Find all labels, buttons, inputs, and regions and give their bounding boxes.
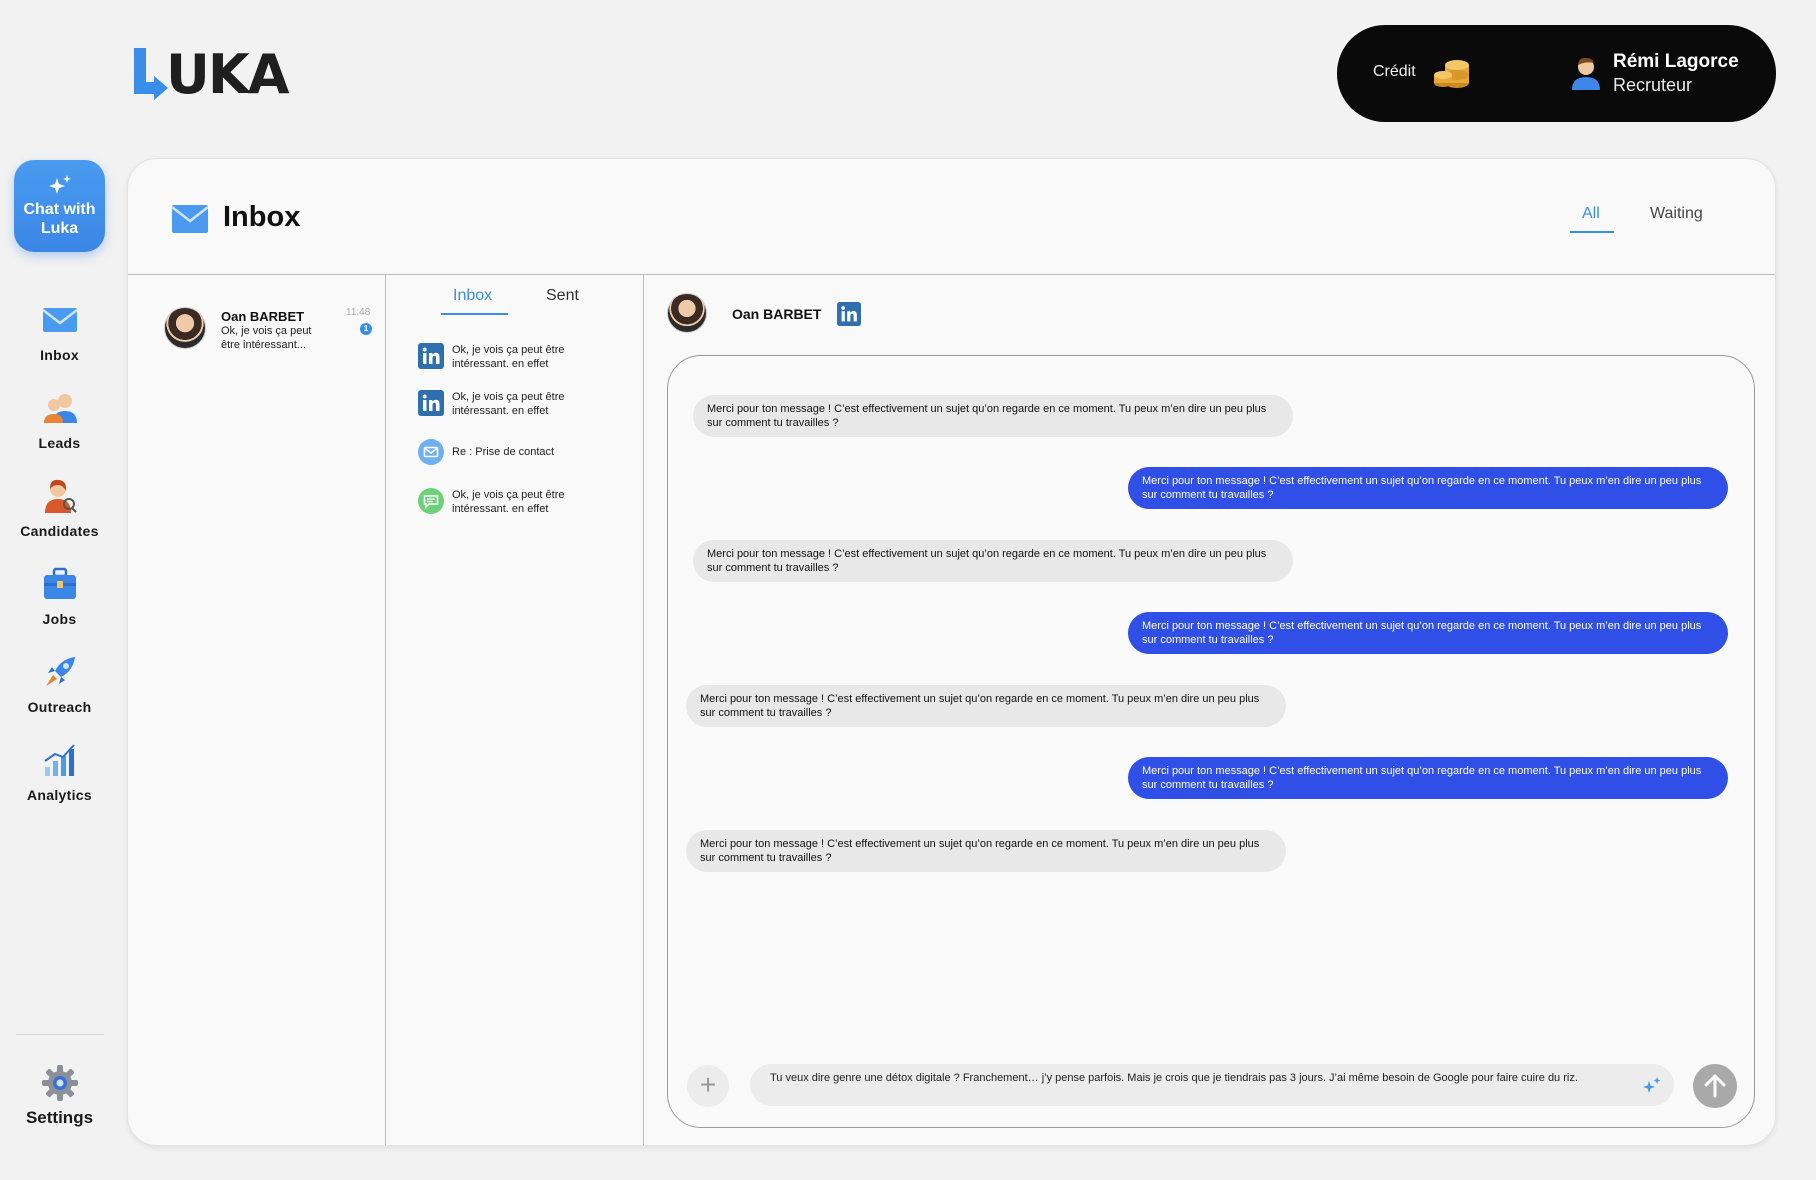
subtab-indicator [441,313,508,315]
add-attachment-button[interactable]: + [687,1065,729,1107]
message-bubble-incoming: Merci pour ton message ! C’est effective… [686,830,1286,872]
credit-label[interactable]: Crédit [1373,63,1416,81]
tab-sent[interactable]: Sent [546,287,579,305]
sidebar-item-jobs[interactable]: Jobs [0,559,119,647]
sms-icon [418,488,444,514]
logo-text: UKA [166,43,289,106]
message-bubble-incoming: Merci pour ton message ! C’est effective… [686,685,1286,727]
message-bubble-incoming: Merci pour ton message ! C’est effective… [693,395,1293,437]
tab-inbox[interactable]: Inbox [453,287,492,305]
ai-sparkle-icon[interactable] [1640,1076,1662,1096]
message-item[interactable]: Ok, je vois ça peut être intéressant. en… [418,343,628,383]
sidebar-nav: Inbox Leads Candidates Jobs Outreach Ana… [0,295,119,823]
chat-contact-name[interactable]: Oan BARBET [732,306,821,322]
sidebar-item-leads[interactable]: Leads [0,383,119,471]
sidebar-item-candidates[interactable]: Candidates [0,471,119,559]
contact-avatar [164,307,206,349]
conversation-item[interactable]: Oan BARBET Ok, je vois ça peut être inté… [164,307,374,357]
chat-with-luka-label: Chat with Luka [23,201,96,237]
linkedin-icon [418,390,444,416]
linkedin-icon[interactable] [837,302,861,326]
message-item[interactable]: Ok, je vois ça peut être intéressant. en… [418,390,628,430]
filter-tab-waiting[interactable]: Waiting [1650,205,1703,223]
message-input-text[interactable]: Tu veux dire genre une détox digitale ? … [770,1071,1620,1085]
linkedin-icon [418,343,444,369]
message-thread[interactable]: Merci pour ton message ! C’est effective… [667,355,1755,1128]
contact-avatar[interactable] [667,293,707,333]
settings-label: Settings [25,1108,94,1127]
message-item[interactable]: Ok, je vois ça peut être intéressant. en… [418,488,628,528]
conversation-preview: Ok, je vois ça peut être intéressant... [221,325,312,351]
chart-icon [43,744,75,776]
email-icon [418,439,444,465]
candidates-icon [44,479,77,513]
page-title: Inbox [223,201,301,233]
message-list: Inbox Sent Ok, je vois ça peut être inté… [386,275,644,1145]
mail-icon [41,308,78,332]
user-name[interactable]: Rémi Lagorce [1613,51,1739,73]
gear-icon [41,1065,78,1101]
mail-icon [172,205,208,233]
message-input[interactable]: Tu veux dire genre une détox digitale ? … [750,1064,1674,1106]
sidebar-item-analytics[interactable]: Analytics [0,735,119,823]
leads-icon [43,394,77,423]
chat-panel: Oan BARBET Merci pour ton message ! C’es… [644,275,1775,1145]
sidebar-divider [16,1034,104,1035]
user-role: Recruteur [1613,75,1693,95]
user-avatar-icon[interactable] [1569,55,1603,91]
message-bubble-outgoing: Merci pour ton message ! C’est effective… [1128,467,1728,509]
filter-tab-indicator [1570,231,1614,233]
arrow-up-icon [1704,1074,1726,1098]
message-bubble-outgoing: Merci pour ton message ! C’est effective… [1128,612,1728,654]
message-item[interactable]: Re : Prise de contact [418,439,628,479]
sidebar-item-inbox[interactable]: Inbox [0,295,119,383]
sparkle-icon [48,175,71,194]
account-bar: Crédit Rémi Lagorce Recruteur [1337,25,1776,122]
coins-icon[interactable] [1433,55,1471,89]
message-bubble-incoming: Merci pour ton message ! C’est effective… [693,540,1293,582]
briefcase-icon [43,567,76,599]
inbox-panel: Inbox All Waiting Oan BARBET Ok, je vois… [127,158,1776,1146]
send-button[interactable] [1693,1064,1737,1108]
logo-mark-icon [132,46,168,100]
unread-badge: 1 [360,323,372,335]
sidebar-item-settings[interactable]: Settings [0,1060,119,1128]
rocket-icon [45,657,75,686]
chat-header: Oan BARBET [644,275,1775,355]
inbox-header: Inbox All Waiting [128,159,1775,275]
sidebar-item-outreach[interactable]: Outreach [0,647,119,735]
filter-tab-all[interactable]: All [1582,205,1600,223]
conversation-list: Oan BARBET Ok, je vois ça peut être inté… [128,275,386,1145]
app-logo: UKA [132,43,289,106]
message-bubble-outgoing: Merci pour ton message ! C’est effective… [1128,757,1728,799]
conversation-name: Oan BARBET [221,309,305,324]
chat-with-luka-button[interactable]: Chat with Luka [14,160,105,252]
conversation-time: 11:48 [346,307,371,318]
